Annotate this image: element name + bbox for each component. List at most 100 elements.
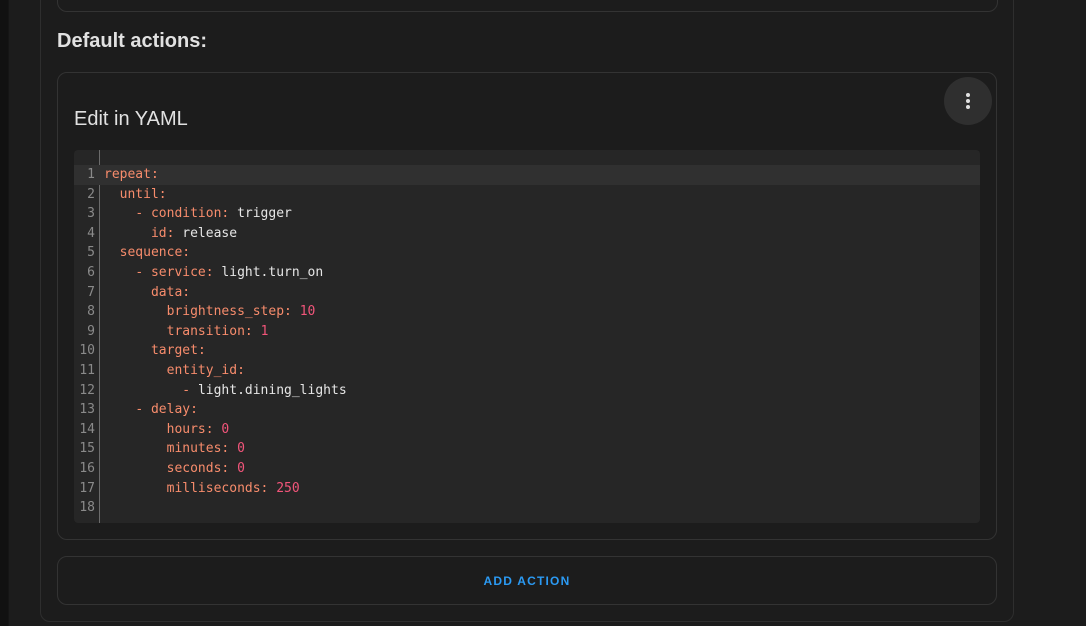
line-text: sequence: xyxy=(104,243,190,263)
overflow-menu-button[interactable] xyxy=(944,77,992,125)
yaml-colon: : xyxy=(205,421,214,437)
yaml-colon: : xyxy=(221,206,230,222)
yaml-number-value: 1 xyxy=(260,323,269,339)
line-number: 4 xyxy=(87,225,95,241)
line-number: 8 xyxy=(87,304,95,320)
right-gutter xyxy=(1046,0,1086,626)
code-line[interactable]: 11 entity_id: xyxy=(74,361,980,381)
line-number: 18 xyxy=(79,500,95,516)
yaml-list-dash: - xyxy=(135,402,151,418)
line-text: id: release xyxy=(104,224,237,244)
yaml-key: entity_id xyxy=(166,362,238,378)
yaml-colon: : xyxy=(182,284,191,300)
code-line[interactable]: 1 repeat: xyxy=(74,165,980,185)
line-text: - delay: xyxy=(104,400,198,420)
line-number: 16 xyxy=(79,460,95,476)
line-number: 11 xyxy=(79,362,95,378)
yaml-colon: : xyxy=(150,167,159,182)
yaml-key: brightness_step xyxy=(166,304,285,320)
line-number: 10 xyxy=(79,343,95,359)
line-number: 2 xyxy=(87,186,95,202)
line-text: until: xyxy=(104,185,167,205)
line-text: repeat: xyxy=(104,165,159,185)
line-text: brightness_step: 10 xyxy=(104,302,316,322)
yaml-colon: : xyxy=(244,323,253,339)
yaml-key: id xyxy=(150,225,167,241)
line-text: minutes: 0 xyxy=(104,439,245,459)
code-line[interactable]: 9 transition: 1 xyxy=(74,322,980,342)
yaml-number-value: 250 xyxy=(276,480,300,496)
code-line[interactable]: 10 target: xyxy=(74,341,980,361)
line-number: 1 xyxy=(87,167,95,182)
line-number: 9 xyxy=(87,323,95,339)
add-action-card: ADD ACTION xyxy=(57,556,997,605)
yaml-key: data xyxy=(150,284,183,300)
previous-card xyxy=(57,0,998,12)
yaml-key: milliseconds xyxy=(166,480,261,496)
yaml-colon: : xyxy=(182,245,191,261)
line-number: 13 xyxy=(79,402,95,418)
code-line[interactable]: 2 until: xyxy=(74,185,980,205)
yaml-key: target xyxy=(150,343,198,359)
yaml-key: condition xyxy=(150,206,222,222)
yaml-colon: : xyxy=(205,264,214,280)
line-text: - service: light.turn_on xyxy=(104,263,323,283)
yaml-key: hours xyxy=(166,421,206,437)
yaml-card-title: Edit in YAML xyxy=(74,108,188,130)
code-line[interactable]: 3 - condition: trigger xyxy=(74,204,980,224)
yaml-list-dash: - xyxy=(135,264,151,280)
code-line[interactable]: 6 - service: light.turn_on xyxy=(74,263,980,283)
default-actions-title: Default actions: xyxy=(57,30,208,52)
yaml-key: seconds xyxy=(166,460,222,476)
yaml-list-dash: - xyxy=(182,382,198,398)
code-line[interactable]: 8 brightness_step: 10 xyxy=(74,302,980,322)
line-number: 3 xyxy=(87,206,95,222)
yaml-colon: : xyxy=(260,480,269,496)
yaml-colon: : xyxy=(158,186,167,202)
yaml-colon: : xyxy=(166,225,175,241)
line-text: entity_id: xyxy=(104,361,245,381)
line-text: - light.dining_lights xyxy=(104,381,347,401)
line-text: target: xyxy=(104,341,206,361)
line-text: seconds: 0 xyxy=(104,459,245,479)
line-number: 17 xyxy=(79,480,95,496)
line-number: 14 xyxy=(79,421,95,437)
yaml-colon: : xyxy=(237,362,245,378)
line-number: 12 xyxy=(79,382,95,398)
line-number: 7 xyxy=(87,284,95,300)
code-line[interactable]: 18 xyxy=(74,498,980,518)
code-line[interactable]: 17 milliseconds: 250 xyxy=(74,479,980,499)
line-text: transition: 1 xyxy=(104,322,269,342)
yaml-key: transition xyxy=(166,323,245,339)
line-text: data: xyxy=(104,283,190,303)
yaml-number-value: 0 xyxy=(237,441,245,457)
line-text: hours: 0 xyxy=(104,420,230,440)
yaml-number-value: 0 xyxy=(221,421,230,437)
code-line[interactable]: 5 sequence: xyxy=(74,243,980,263)
line-number: 15 xyxy=(79,441,95,457)
left-edge xyxy=(0,0,8,626)
yaml-key: sequence xyxy=(119,245,183,261)
code-line[interactable]: 7 data: xyxy=(74,283,980,303)
yaml-key: minutes xyxy=(166,441,222,457)
code-line[interactable]: 13 - delay: xyxy=(74,400,980,420)
yaml-string-value: light.dining_lights xyxy=(197,382,347,398)
line-number: 5 xyxy=(87,245,95,261)
yaml-string-value: trigger xyxy=(237,206,292,222)
dots-vertical-icon xyxy=(966,93,970,109)
yaml-colon: : xyxy=(197,343,206,359)
yaml-list-dash: - xyxy=(135,206,151,222)
code-line[interactable]: 16 seconds: 0 xyxy=(74,459,980,479)
code-line[interactable]: 14 hours: 0 xyxy=(74,420,980,440)
line-text: - condition: trigger xyxy=(104,204,292,224)
code-line[interactable]: 15 minutes: 0 xyxy=(74,439,980,459)
add-action-button[interactable]: ADD ACTION xyxy=(472,566,583,596)
yaml-number-value: 10 xyxy=(299,304,316,320)
code-lines: 1 repeat: 2 until: 3 - condition: trigger 4 … xyxy=(74,165,980,518)
yaml-code-editor[interactable]: 1 repeat: 2 until: 3 - condition: trigger 4 … xyxy=(74,150,980,523)
code-line[interactable]: 12 - light.dining_lights xyxy=(74,381,980,401)
yaml-key: delay xyxy=(150,402,191,418)
yaml-key: until xyxy=(119,186,159,202)
code-line[interactable]: 4 id: release xyxy=(74,224,980,244)
yaml-colon: : xyxy=(284,304,292,320)
